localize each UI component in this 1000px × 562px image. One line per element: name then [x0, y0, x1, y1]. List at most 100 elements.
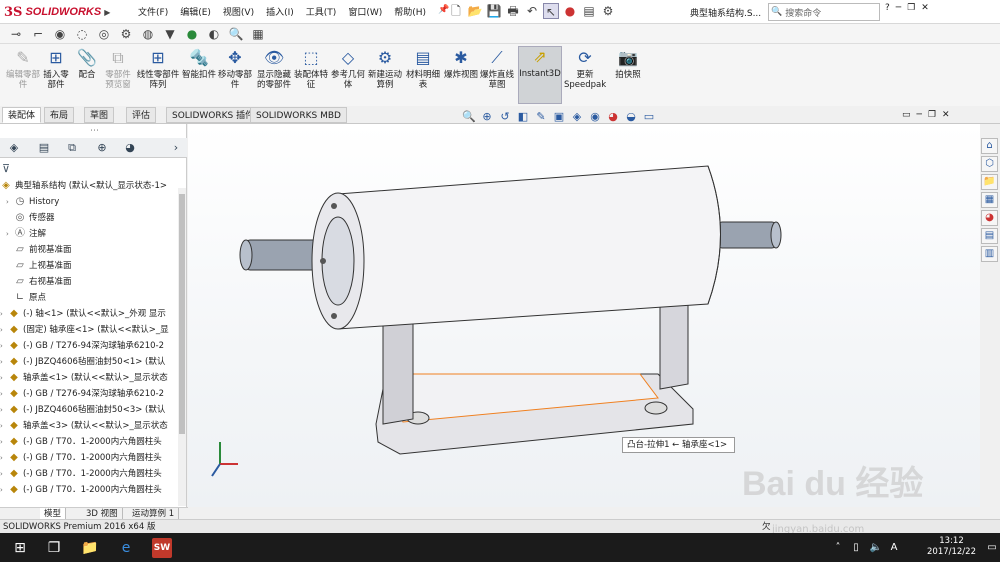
input-language[interactable]: A	[884, 538, 904, 558]
taskbar-clock[interactable]: 13:12 2017/12/22	[927, 536, 976, 558]
menu-tools[interactable]: 工具(T)	[300, 5, 343, 18]
solidworks-forum-icon[interactable]: ▥	[981, 246, 998, 262]
exploded-view-button[interactable]: ✱ 爆炸视图	[444, 48, 478, 80]
expand-arrow-icon[interactable]: ›	[0, 370, 8, 386]
expand-arrow-icon[interactable]: ›	[0, 354, 8, 370]
display-manager-tab-icon[interactable]: ◕	[120, 140, 140, 156]
help-icon[interactable]: ?	[885, 3, 890, 13]
tab-sketch[interactable]: 草图	[84, 107, 115, 123]
zoom-to-area-icon[interactable]: ⊕	[480, 110, 494, 123]
tree-item-sensors[interactable]: ◎ 传感器	[6, 210, 184, 226]
tab-assembly[interactable]: 装配体	[2, 107, 42, 123]
viewport-minimize-icon[interactable]: ─	[917, 110, 922, 120]
tree-item-part[interactable]: › ◆ (-) GB / T70．1-2000内六角圆柱头	[0, 482, 178, 498]
update-speedpak-button[interactable]: ⟳ 更新Speedpak	[564, 48, 606, 90]
expand-arrow-icon[interactable]: ›	[0, 434, 8, 450]
custom-properties-icon[interactable]: ▤	[981, 228, 998, 244]
tree-item-part[interactable]: › ◆ (-) GB / T70．1-2000内六角圆柱头	[0, 450, 178, 466]
design-library-icon[interactable]: ⬡	[981, 156, 998, 172]
close-icon[interactable]: ✕	[921, 3, 929, 13]
search-commands-input[interactable]: 🔍 搜索命令	[768, 3, 880, 21]
menu-help[interactable]: 帮助(H)	[388, 5, 432, 18]
file-explorer-taskbar-icon[interactable]: 📁	[80, 538, 100, 558]
linear-pattern-button[interactable]: ⊞ 线性零部件阵列	[136, 48, 180, 90]
tree-item-part[interactable]: › ◆ (-) GB / T276-94深沟球轴承6210-2	[0, 386, 178, 402]
tab-evaluate[interactable]: 评估	[126, 107, 157, 123]
insert-component-button[interactable]: ⊞ 插入零部件	[40, 48, 72, 90]
expand-panel-icon[interactable]: ›	[166, 140, 186, 156]
feature-icon[interactable]: ◉	[52, 26, 68, 42]
reference-geometry-button[interactable]: ◇ 参考几何体	[330, 48, 366, 90]
edit-component-button[interactable]: ✎ 编辑零部件	[4, 48, 42, 90]
tree-item-part[interactable]: › ◆ (-) GB / T70．1-2000内六角圆柱头	[0, 466, 178, 482]
new-document-icon[interactable]: 🗋	[448, 3, 464, 19]
zoom-to-fit-icon[interactable]: 🔍	[462, 110, 476, 123]
view-orientation-icon[interactable]: ▣	[552, 110, 566, 123]
solidworks-resources-icon[interactable]: ⌂	[981, 138, 998, 154]
save-icon[interactable]: 💾	[486, 3, 502, 19]
expand-arrow-icon[interactable]: ›	[0, 482, 8, 498]
tree-item-part[interactable]: › ◆ (-) JBZQ4606毡圈油封50<1> (默认	[0, 354, 178, 370]
expand-arrow-icon[interactable]: ›	[6, 194, 14, 210]
menu-edit[interactable]: 编辑(E)	[174, 5, 217, 18]
select-arrow-icon[interactable]: ↖	[543, 3, 559, 19]
network-icon[interactable]: ▯	[846, 538, 866, 558]
task-view-icon[interactable]: ❐	[44, 538, 64, 558]
viewport-menu-icon[interactable]: ▭	[902, 110, 911, 120]
new-motion-study-button[interactable]: ⚙ 新建运动算例	[368, 48, 402, 90]
tree-item-part[interactable]: › ◆ (-) GB / T70．1-2000内六角圆柱头	[0, 434, 178, 450]
expand-arrow-icon[interactable]: ›	[0, 402, 8, 418]
volume-icon[interactable]: 🔈	[866, 538, 886, 558]
assembly-icon[interactable]: ◎	[96, 26, 112, 42]
menu-insert[interactable]: 插入(I)	[260, 5, 300, 18]
tree-item-annotations[interactable]: › Ⓐ 注解	[6, 226, 184, 242]
rebuild-icon[interactable]: ●	[562, 3, 578, 19]
open-icon[interactable]: 📂	[467, 3, 483, 19]
appearance-icon[interactable]: ▼	[162, 26, 178, 42]
view-palette-icon[interactable]: ▦	[981, 192, 998, 208]
expand-arrow-icon[interactable]: ›	[6, 226, 14, 242]
expand-arrow-icon[interactable]: ›	[0, 386, 8, 402]
assembly-features-button[interactable]: ⬚ 装配体特征	[294, 48, 328, 90]
expand-arrow-icon[interactable]: ›	[0, 338, 8, 354]
expand-arrow-icon[interactable]: ›	[0, 466, 8, 482]
smart-fasteners-button[interactable]: 🔩 智能扣件	[182, 48, 216, 80]
tab-solidworks-addins[interactable]: SOLIDWORKS 插件	[166, 107, 261, 123]
tree-item-part[interactable]: › ◆ 轴承盖<1> (默认<<默认>_显示状态	[0, 370, 178, 386]
expand-arrow-icon[interactable]: ›	[0, 322, 8, 338]
hide-show-items-icon[interactable]: ◉	[588, 110, 602, 123]
tab-layout[interactable]: 布局	[44, 107, 75, 123]
grid-icon[interactable]: ▦	[250, 26, 266, 42]
smart-dimension-icon[interactable]: ⊸	[8, 26, 24, 42]
expand-arrow-icon[interactable]: ›	[0, 306, 8, 322]
filter-icon[interactable]: ⊽	[2, 162, 10, 175]
tree-item-front-plane[interactable]: ▱ 前视基准面	[6, 242, 184, 258]
viewport-close-icon[interactable]: ✕	[942, 110, 950, 120]
panel-grip-icon[interactable]: ⋯	[90, 126, 99, 136]
windows-start-icon[interactable]: ⊞	[10, 538, 30, 558]
settings-icon[interactable]: ⚙	[118, 26, 134, 42]
instant3d-button[interactable]: ⇗ Instant3D	[518, 46, 562, 104]
tree-item-right-plane[interactable]: ▱ 右视基准面	[6, 274, 184, 290]
move-component-button[interactable]: ✥ 移动零部件	[218, 48, 252, 90]
menu-view[interactable]: 视图(V)	[217, 5, 260, 18]
restore-icon[interactable]: ❐	[907, 3, 915, 13]
appearances-icon[interactable]: ◕	[981, 210, 998, 226]
configuration-manager-tab-icon[interactable]: ⧉	[62, 140, 82, 156]
tree-item-part[interactable]: › ◆ (-) JBZQ4606毡圈油封50<3> (默认	[0, 402, 178, 418]
material-icon[interactable]: ◍	[140, 26, 156, 42]
display-style-icon[interactable]: ◈	[570, 110, 584, 123]
print-icon[interactable]: 🖶	[505, 3, 521, 19]
file-properties-icon[interactable]: ▤	[581, 3, 597, 19]
assembly-model[interactable]	[188, 124, 980, 507]
chevron-up-icon[interactable]: ˄	[828, 538, 848, 558]
show-hidden-button[interactable]: 👁 显示隐藏的零部件	[256, 48, 292, 90]
tab-solidworks-mbd[interactable]: SOLIDWORKS MBD	[250, 107, 347, 123]
graphics-area[interactable]	[188, 124, 980, 507]
tree-item-part[interactable]: › ◆ (-) GB / T276-94深沟球轴承6210-2	[0, 338, 178, 354]
sketch-icon[interactable]: ⌐	[30, 26, 46, 42]
viewport-restore-icon[interactable]: ❐	[928, 110, 936, 120]
file-explorer-icon[interactable]: 📁	[981, 174, 998, 190]
tree-item-top-plane[interactable]: ▱ 上视基准面	[6, 258, 184, 274]
tree-scrollbar-thumb[interactable]	[179, 194, 185, 434]
